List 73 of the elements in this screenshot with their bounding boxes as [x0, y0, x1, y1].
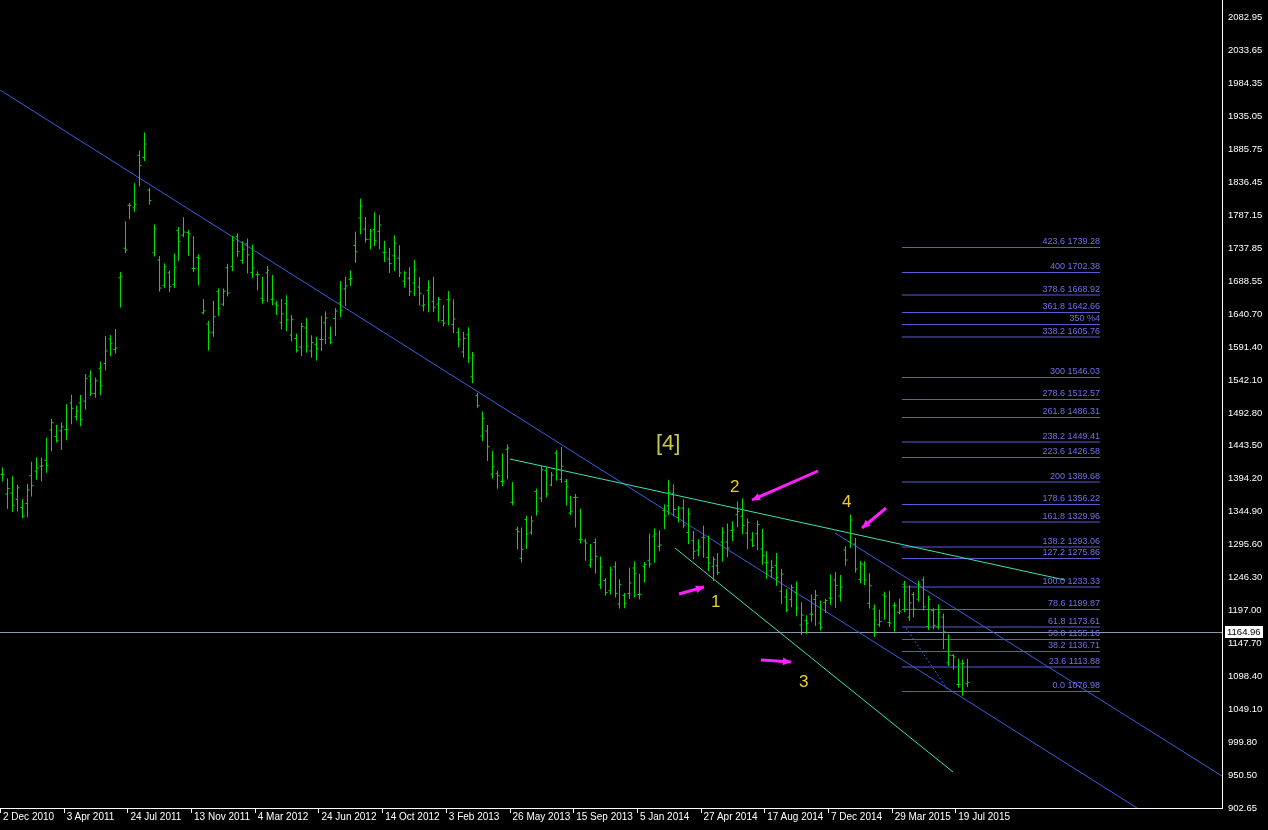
fib-level-label: 100.0 1233.33: [1042, 575, 1100, 586]
wave-label: 4: [842, 493, 852, 510]
price-label: 1049.10: [1228, 703, 1263, 716]
wave-label: [4]: [656, 432, 681, 454]
price-label: 1984.35: [1228, 76, 1263, 89]
price-label: 1197.00: [1228, 604, 1262, 617]
fib-level-label: 61.8 1173.61: [1048, 615, 1100, 626]
fib-level-label: 23.6 1113.88: [1048, 655, 1100, 666]
fib-level-label: 261.8 1486.31: [1042, 406, 1100, 416]
date-label: 13 Nov 2011: [194, 810, 251, 824]
arrow: [861, 506, 887, 530]
price-label: 1640.70: [1228, 307, 1263, 320]
fib-level-label: 278.6 1512.57: [1042, 388, 1100, 398]
date-label: 4 Mar 2012: [257, 810, 309, 824]
price-label: 902.65: [1228, 802, 1258, 815]
date-label: 15 Sep 2013: [576, 810, 633, 824]
date-label: 14 Oct 2012: [385, 810, 440, 824]
fib-level-label: 361.8 1642.66: [1042, 301, 1100, 311]
price-label: 1737.85: [1228, 241, 1263, 254]
date-label: 24 Jul 2011: [130, 810, 182, 824]
price-label: 1492.80: [1228, 406, 1263, 419]
price-label: 1246.30: [1228, 571, 1263, 584]
price-label: 1885.75: [1228, 142, 1263, 155]
date-label: 26 May 2013: [512, 810, 571, 824]
arrow: [678, 585, 705, 596]
price-label: 1394.20: [1228, 472, 1263, 485]
current-price-label: 1164.96: [1225, 626, 1263, 638]
wave-label: 3: [799, 673, 809, 690]
price-label: 1787.15: [1228, 208, 1263, 221]
date-label: 3 Apr 2011: [66, 810, 115, 824]
arrow: [760, 657, 792, 666]
price-label: 1836.45: [1228, 175, 1263, 188]
wave-label: 2: [730, 478, 740, 495]
date-label: 27 Apr 2014: [703, 810, 758, 824]
fib-level-label: 161.8 1329.96: [1042, 510, 1100, 521]
price-label: 1443.50: [1228, 439, 1263, 452]
fib-level-label: 127.2 1275.86: [1042, 547, 1100, 557]
fib-level-label: 38.2 1136.71: [1048, 640, 1100, 650]
date-label: 5 Jan 2014: [639, 810, 690, 824]
price-label: 1935.05: [1228, 109, 1263, 122]
fib-level-label: 378.6 1668.92: [1042, 283, 1100, 294]
fib-level-label: 178.6 1356.22: [1042, 493, 1100, 503]
date-label: 2 Dec 2010: [3, 810, 55, 824]
price-label: 950.50: [1228, 769, 1258, 782]
arrow: [751, 469, 819, 502]
dotted-line: [905, 627, 949, 691]
date-label: 7 Dec 2014: [830, 810, 883, 824]
fib-level-label: 423.6 1739.28: [1042, 236, 1100, 246]
fib-level-label: 338.2 1605.76: [1042, 325, 1100, 336]
fib-level-label: 223.6 1426.58: [1042, 446, 1100, 456]
date-label: 29 Mar 2015: [894, 810, 951, 824]
fib-level-label: 300 1546.03: [1049, 366, 1100, 376]
price-label: 999.80: [1228, 736, 1258, 749]
wave-label: 1: [711, 593, 721, 610]
price-label: 1591.40: [1228, 340, 1263, 353]
fib-level-label: 200 1389.68: [1049, 470, 1100, 481]
price-label: 1147.70: [1228, 637, 1262, 650]
fib-level-label: 400 1702.38: [1049, 261, 1100, 271]
date-label: 3 Feb 2013: [448, 810, 500, 824]
price-label: 1542.10: [1228, 373, 1263, 386]
price-label: 2082.95: [1228, 11, 1263, 23]
price-label: 1295.60: [1228, 538, 1263, 551]
date-label: 19 Jul 2015: [958, 810, 1011, 824]
date-label: 24 Jun 2012: [321, 810, 377, 824]
price-label: 1098.40: [1228, 670, 1263, 683]
fib-level-label: 238.2 1449.41: [1042, 430, 1100, 441]
fib-level-label: 78.6 1199.87: [1048, 598, 1100, 608]
price-label: 1344.90: [1228, 505, 1263, 518]
date-label: 17 Aug 2014: [767, 810, 824, 824]
fib-level-label: 138.2 1293.06: [1042, 535, 1100, 546]
fib-level-label: 350 %4: [1069, 313, 1100, 323]
price-label: 1688.55: [1228, 274, 1263, 287]
price-label: 2033.65: [1228, 43, 1263, 56]
